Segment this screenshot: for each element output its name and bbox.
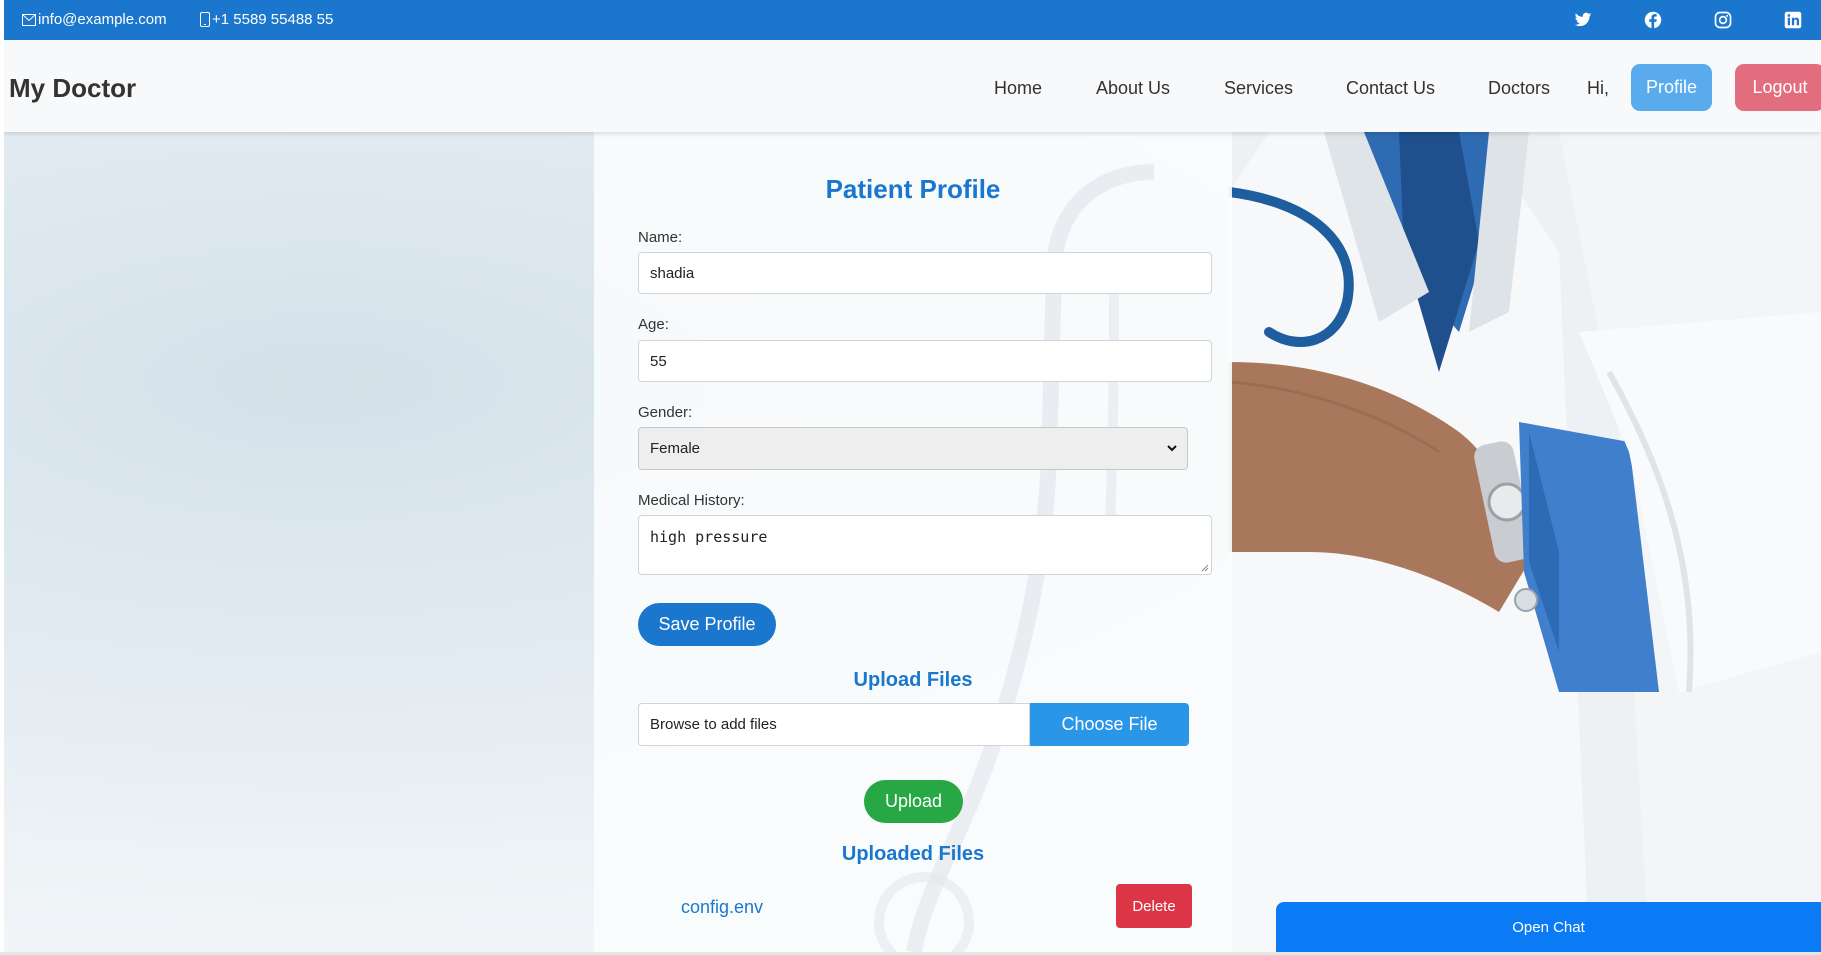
age-label: Age: <box>638 316 669 333</box>
gender-label: Gender: <box>638 404 693 421</box>
envelope-icon <box>22 13 36 26</box>
medical-history-textarea[interactable]: high pressure <box>638 515 1212 575</box>
navbar: My Doctor Home About Us Services Contact… <box>4 40 1821 132</box>
age-value: 55 <box>650 352 667 370</box>
upload-files-heading: Upload Files <box>853 669 973 691</box>
page: info@example.com +1 5589 55488 55 My Doc… <box>4 0 1821 955</box>
doctor-illustration <box>1229 132 1821 952</box>
instagram-icon[interactable] <box>1714 11 1732 29</box>
patient-profile-card: Patient Profile Name: shadia Age: 55 Gen… <box>594 132 1232 952</box>
uploaded-files-heading: Uploaded Files <box>841 843 985 865</box>
user-greeting: Hi, <box>1587 78 1609 98</box>
name-label: Name: <box>638 229 683 246</box>
gender-value: Female <box>650 440 701 457</box>
nav-about-us[interactable]: About Us <box>1096 78 1170 99</box>
nav-contact-us[interactable]: Contact Us <box>1346 78 1435 99</box>
choose-file-button[interactable]: Choose File <box>1030 703 1189 746</box>
nav-services[interactable]: Services <box>1224 78 1293 99</box>
file-input-placeholder: Browse to add files <box>650 716 777 733</box>
phone-text: +1 5589 55488 55 <box>212 11 334 28</box>
nav-doctors[interactable]: Doctors <box>1488 78 1550 99</box>
age-input[interactable]: 55 <box>638 340 1212 382</box>
save-profile-button[interactable]: Save Profile <box>638 603 776 646</box>
file-input[interactable]: Browse to add files <box>638 703 1030 746</box>
name-value: shadia <box>650 264 695 282</box>
phone-contact[interactable]: +1 5589 55488 55 <box>200 11 333 28</box>
logout-button[interactable]: Logout <box>1735 64 1821 111</box>
doctor-image <box>1229 132 1821 952</box>
resize-handle-icon[interactable] <box>1201 564 1209 572</box>
linkedin-icon[interactable] <box>1784 11 1802 29</box>
email-text: info@example.com <box>38 11 167 28</box>
nav-home[interactable]: Home <box>994 78 1042 99</box>
open-chat-button[interactable]: Open Chat <box>1276 902 1821 952</box>
page-title: Patient Profile <box>825 174 1001 204</box>
email-contact[interactable]: info@example.com <box>22 11 167 28</box>
upload-button[interactable]: Upload <box>864 780 963 823</box>
medical-history-label: Medical History: <box>638 492 745 509</box>
phone-icon <box>200 12 210 27</box>
top-bar: info@example.com +1 5589 55488 55 <box>4 0 1821 40</box>
facebook-icon[interactable] <box>1644 11 1662 29</box>
brand-logo[interactable]: My Doctor <box>9 73 136 104</box>
uploaded-file-link[interactable]: config.env <box>681 897 763 918</box>
gender-select[interactable]: Female <box>638 427 1188 470</box>
medical-history-value: high pressure <box>650 528 768 546</box>
delete-file-button[interactable]: Delete <box>1116 884 1192 928</box>
chevron-down-icon <box>1167 445 1177 452</box>
twitter-icon[interactable] <box>1574 11 1592 29</box>
name-input[interactable]: shadia <box>638 252 1212 294</box>
profile-button[interactable]: Profile <box>1631 64 1712 111</box>
